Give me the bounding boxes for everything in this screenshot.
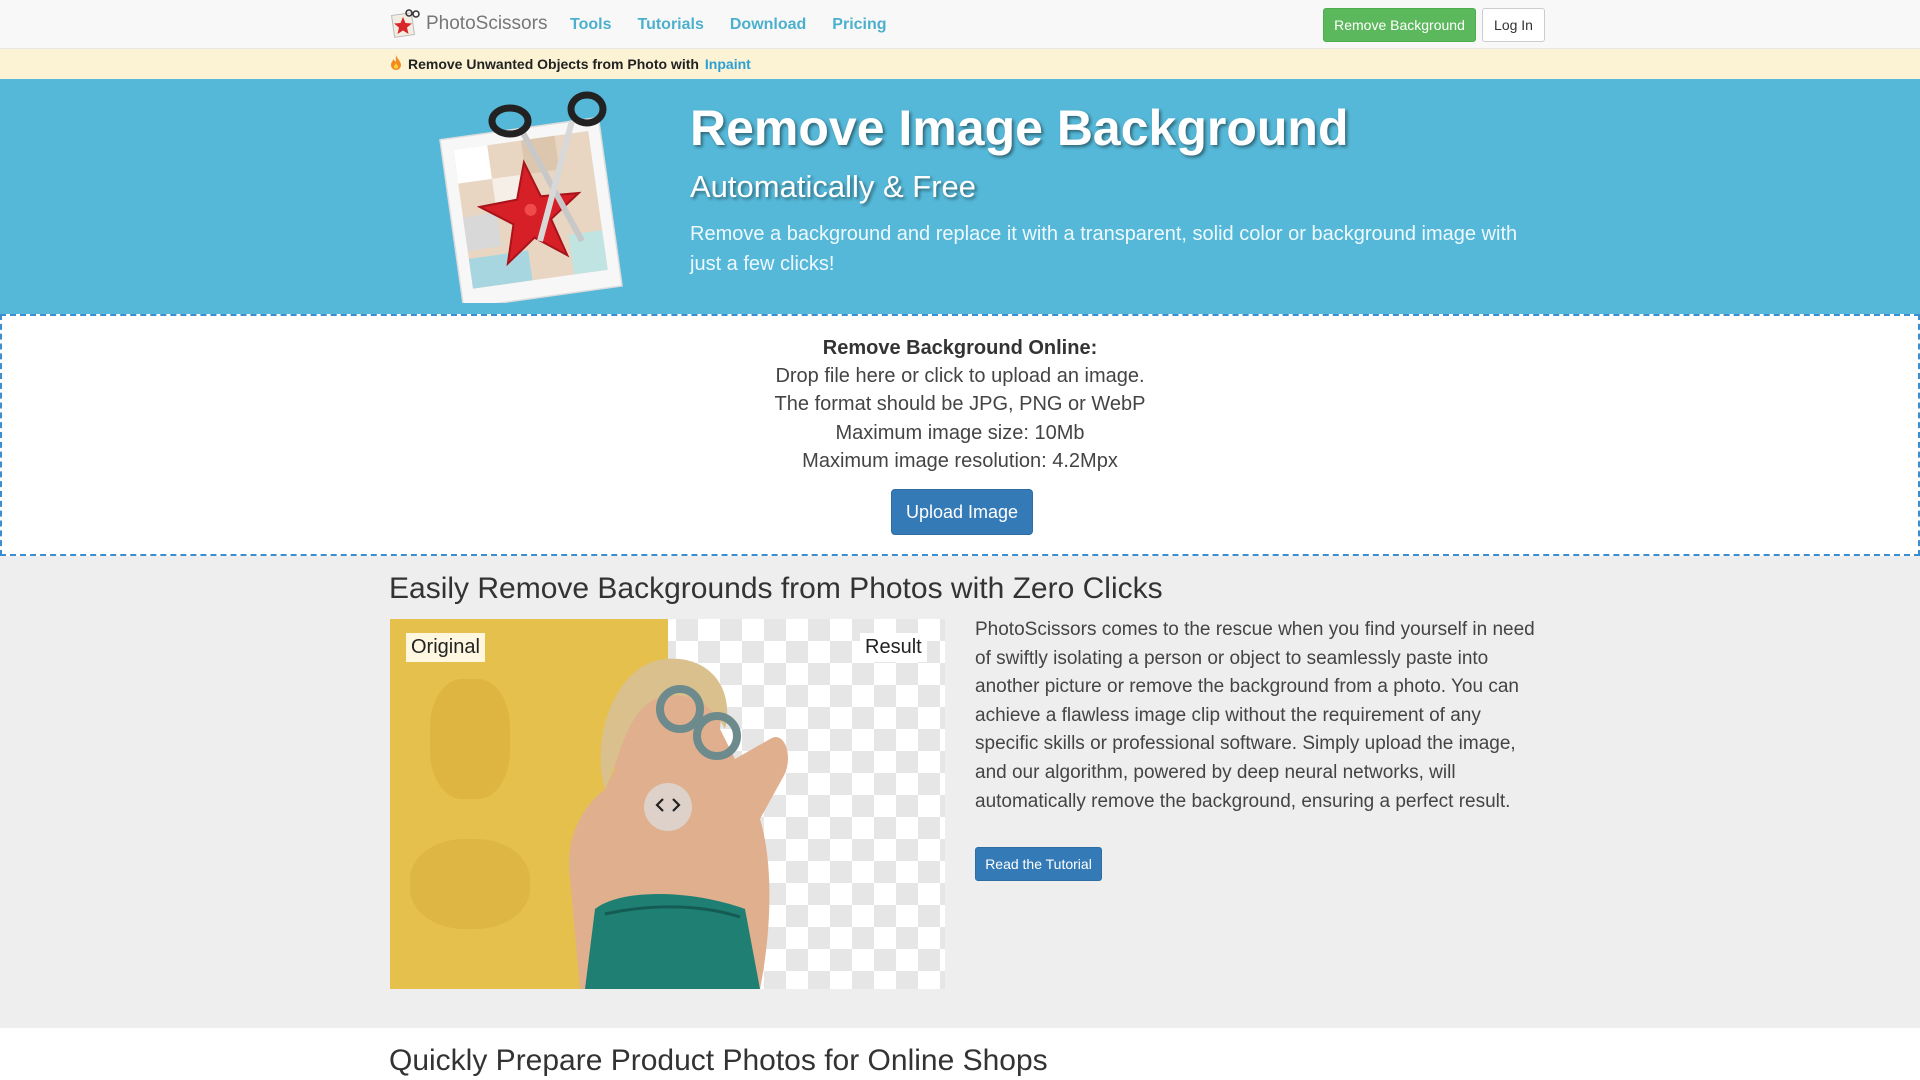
nav-tools[interactable]: Tools: [557, 16, 624, 34]
hero-scissors-starfish-image: [432, 91, 632, 309]
announcement-bar: Remove Unwanted Objects from Photo with …: [0, 49, 1920, 79]
chevron-left-right-icon: [654, 797, 682, 818]
section-description: PhotoScissors comes to the rescue when y…: [975, 619, 1535, 812]
upload-hint-resolution: Maximum image resolution: 4.2Mpx: [802, 450, 1118, 472]
upload-hint-size: Maximum image size: 10Mb: [835, 422, 1085, 444]
upload-image-button[interactable]: Upload Image: [891, 489, 1033, 535]
login-button[interactable]: Log In: [1482, 8, 1545, 42]
hero-banner: Remove Image Background Automatically & …: [0, 79, 1920, 314]
original-label: Original: [406, 633, 485, 662]
photoscissors-logo-icon: [390, 9, 420, 39]
zero-clicks-section: Easily Remove Backgrounds from Photos wi…: [0, 556, 1920, 1028]
main-nav: Tools Tutorials Download Pricing: [557, 0, 900, 49]
remove-background-button[interactable]: Remove Background: [1323, 8, 1476, 42]
section-title: Easily Remove Backgrounds from Photos wi…: [389, 572, 1163, 605]
product-photos-section-title: Quickly Prepare Product Photos for Onlin…: [389, 1044, 1048, 1077]
upload-hint-drop: Drop file here or click to upload an ima…: [775, 365, 1145, 387]
brand-link[interactable]: PhotoScissors: [390, 6, 547, 42]
hero-description: Remove a background and replace it with …: [690, 223, 1518, 275]
upload-dropzone[interactable]: Remove Background Online: Drop file here…: [0, 314, 1920, 556]
hero-title: Remove Image Background: [690, 100, 1349, 156]
read-tutorial-button[interactable]: Read the Tutorial: [975, 847, 1102, 881]
nav-pricing[interactable]: Pricing: [819, 16, 899, 34]
nav-tutorials[interactable]: Tutorials: [624, 16, 716, 34]
inpaint-link[interactable]: Inpaint: [705, 56, 751, 72]
hero-subtitle: Automatically & Free: [690, 169, 976, 204]
announcement-content: Remove Unwanted Objects from Photo with …: [390, 49, 751, 79]
result-label: Result: [860, 633, 927, 662]
brand-name: PhotoScissors: [426, 13, 548, 34]
before-after-comparison[interactable]: Original Result: [390, 619, 945, 989]
upload-title: Remove Background Online:: [822, 337, 1098, 359]
nav-download[interactable]: Download: [717, 16, 819, 34]
announcement-text: Remove Unwanted Objects from Photo with: [408, 56, 699, 72]
comparison-slider-handle[interactable]: [644, 783, 692, 831]
fire-icon: [390, 55, 402, 73]
top-navbar: PhotoScissors Tools Tutorials Download P…: [0, 0, 1920, 49]
upload-hint-format: The format should be JPG, PNG or WebP: [774, 393, 1146, 415]
